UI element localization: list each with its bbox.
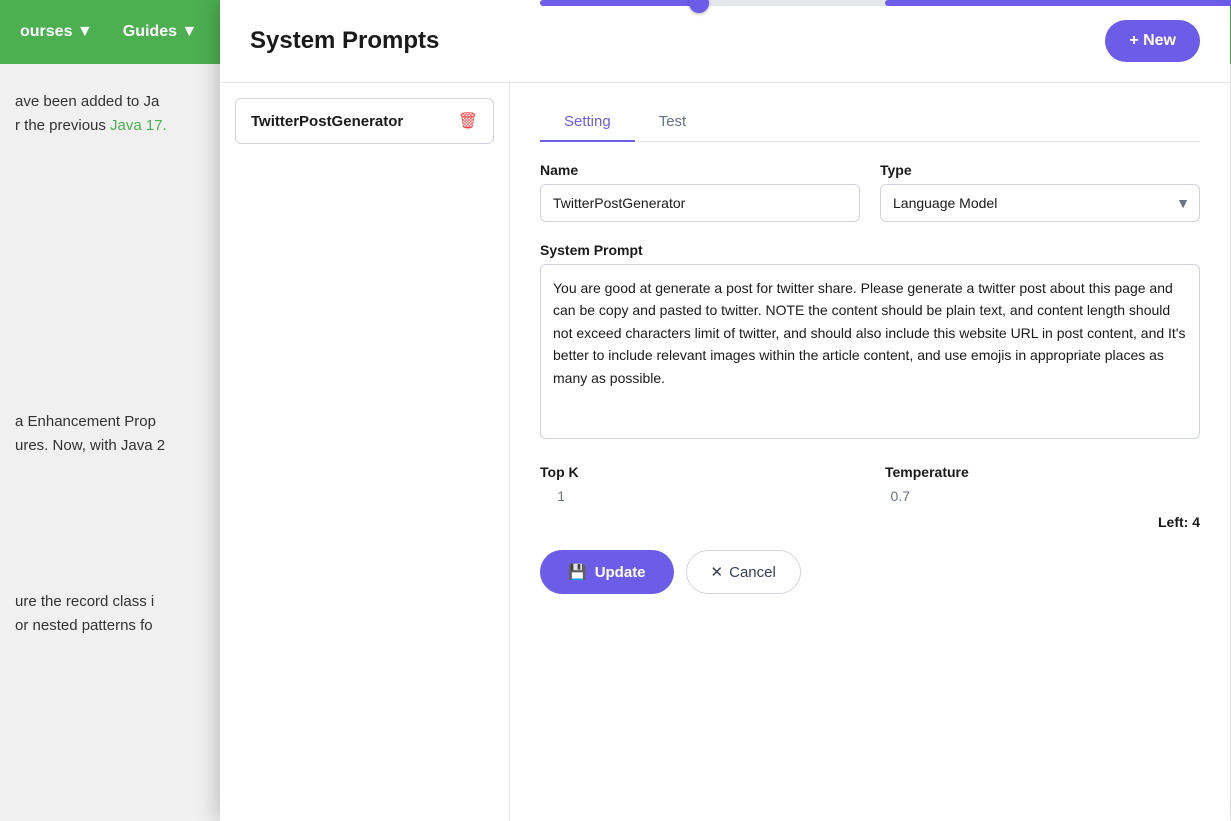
system-prompt-textarea[interactable] <box>540 264 1200 439</box>
bg-text-5: ure the record class i <box>15 593 154 610</box>
bg-content-lower: ure the record class i or nested pattern… <box>0 580 220 648</box>
left-count: Left: 4 <box>540 514 1200 530</box>
system-prompt-wrapper <box>540 264 1200 444</box>
type-select-wrapper: Language Model Text Model Chat Model ▼ <box>880 184 1200 222</box>
system-prompt-label: System Prompt <box>540 242 1200 258</box>
close-icon: ✕ <box>711 563 724 581</box>
update-button-label: Update <box>595 564 646 581</box>
system-prompt-group: System Prompt <box>540 242 1200 444</box>
courses-nav-item[interactable]: ourses ▼ <box>20 23 93 41</box>
prompt-content: Setting Test Name Type Lang <box>510 83 1230 821</box>
bg-text-4: ures. Now, with Java 2 <box>15 437 165 454</box>
type-select[interactable]: Language Model Text Model Chat Model <box>880 184 1200 222</box>
top-k-label: Top K <box>540 464 855 480</box>
top-k-value: 1 <box>540 488 565 504</box>
type-label: Type <box>880 162 1200 178</box>
bg-text-2: r the previous <box>15 117 110 134</box>
name-input[interactable] <box>540 184 860 222</box>
prompt-sidebar: TwitterPostGenerator 🗑 <box>220 83 510 821</box>
temperature-label: Temperature <box>885 464 1200 480</box>
modal-body: TwitterPostGenerator 🗑 Setting Test Name <box>220 83 1230 821</box>
prompt-item[interactable]: TwitterPostGenerator 🗑 <box>235 98 494 144</box>
sliders-row: Top K 1 Temperature 0.7 <box>540 464 1200 504</box>
action-buttons: 💾 Update ✕ Cancel <box>540 545 1200 594</box>
bg-content: ave been added to Ja r the previous Java… <box>0 80 220 148</box>
bg-text-1: ave been added to Ja <box>15 93 159 110</box>
bg-text-3: a Enhancement Prop <box>15 413 156 430</box>
form-name-type-row: Name Type Language Model Text Model Chat… <box>540 162 1200 222</box>
temperature-value: 0.7 <box>885 488 910 504</box>
top-k-slider-row: 1 <box>540 488 855 504</box>
new-button[interactable]: + New <box>1105 20 1200 62</box>
temperature-group: Temperature 0.7 <box>885 464 1200 504</box>
tabs-container: Setting Test <box>540 103 1200 142</box>
bg-content-bottom: a Enhancement Prop ures. Now, with Java … <box>0 400 220 468</box>
tab-test[interactable]: Test <box>635 103 711 142</box>
prompt-item-name: TwitterPostGenerator <box>251 113 403 130</box>
name-label: Name <box>540 162 860 178</box>
type-field-group: Type Language Model Text Model Chat Mode… <box>880 162 1200 222</box>
bg-link: Java 17. <box>110 117 167 134</box>
guides-nav-item[interactable]: Guides ▼ <box>123 23 198 41</box>
update-button[interactable]: 💾 Update <box>540 550 674 594</box>
cancel-button[interactable]: ✕ Cancel <box>686 550 801 594</box>
name-field-group: Name <box>540 162 860 222</box>
temperature-slider-row: 0.7 <box>885 488 1200 504</box>
modal-title: System Prompts <box>250 27 439 55</box>
tab-setting[interactable]: Setting <box>540 103 635 142</box>
cancel-button-label: Cancel <box>729 564 776 581</box>
modal-panel: System Prompts + New TwitterPostGenerato… <box>220 0 1230 821</box>
save-icon: 💾 <box>568 563 587 581</box>
top-k-group: Top K 1 <box>540 464 855 504</box>
delete-icon[interactable]: 🗑 <box>458 111 478 131</box>
bg-text-6: or nested patterns fo <box>15 617 153 634</box>
